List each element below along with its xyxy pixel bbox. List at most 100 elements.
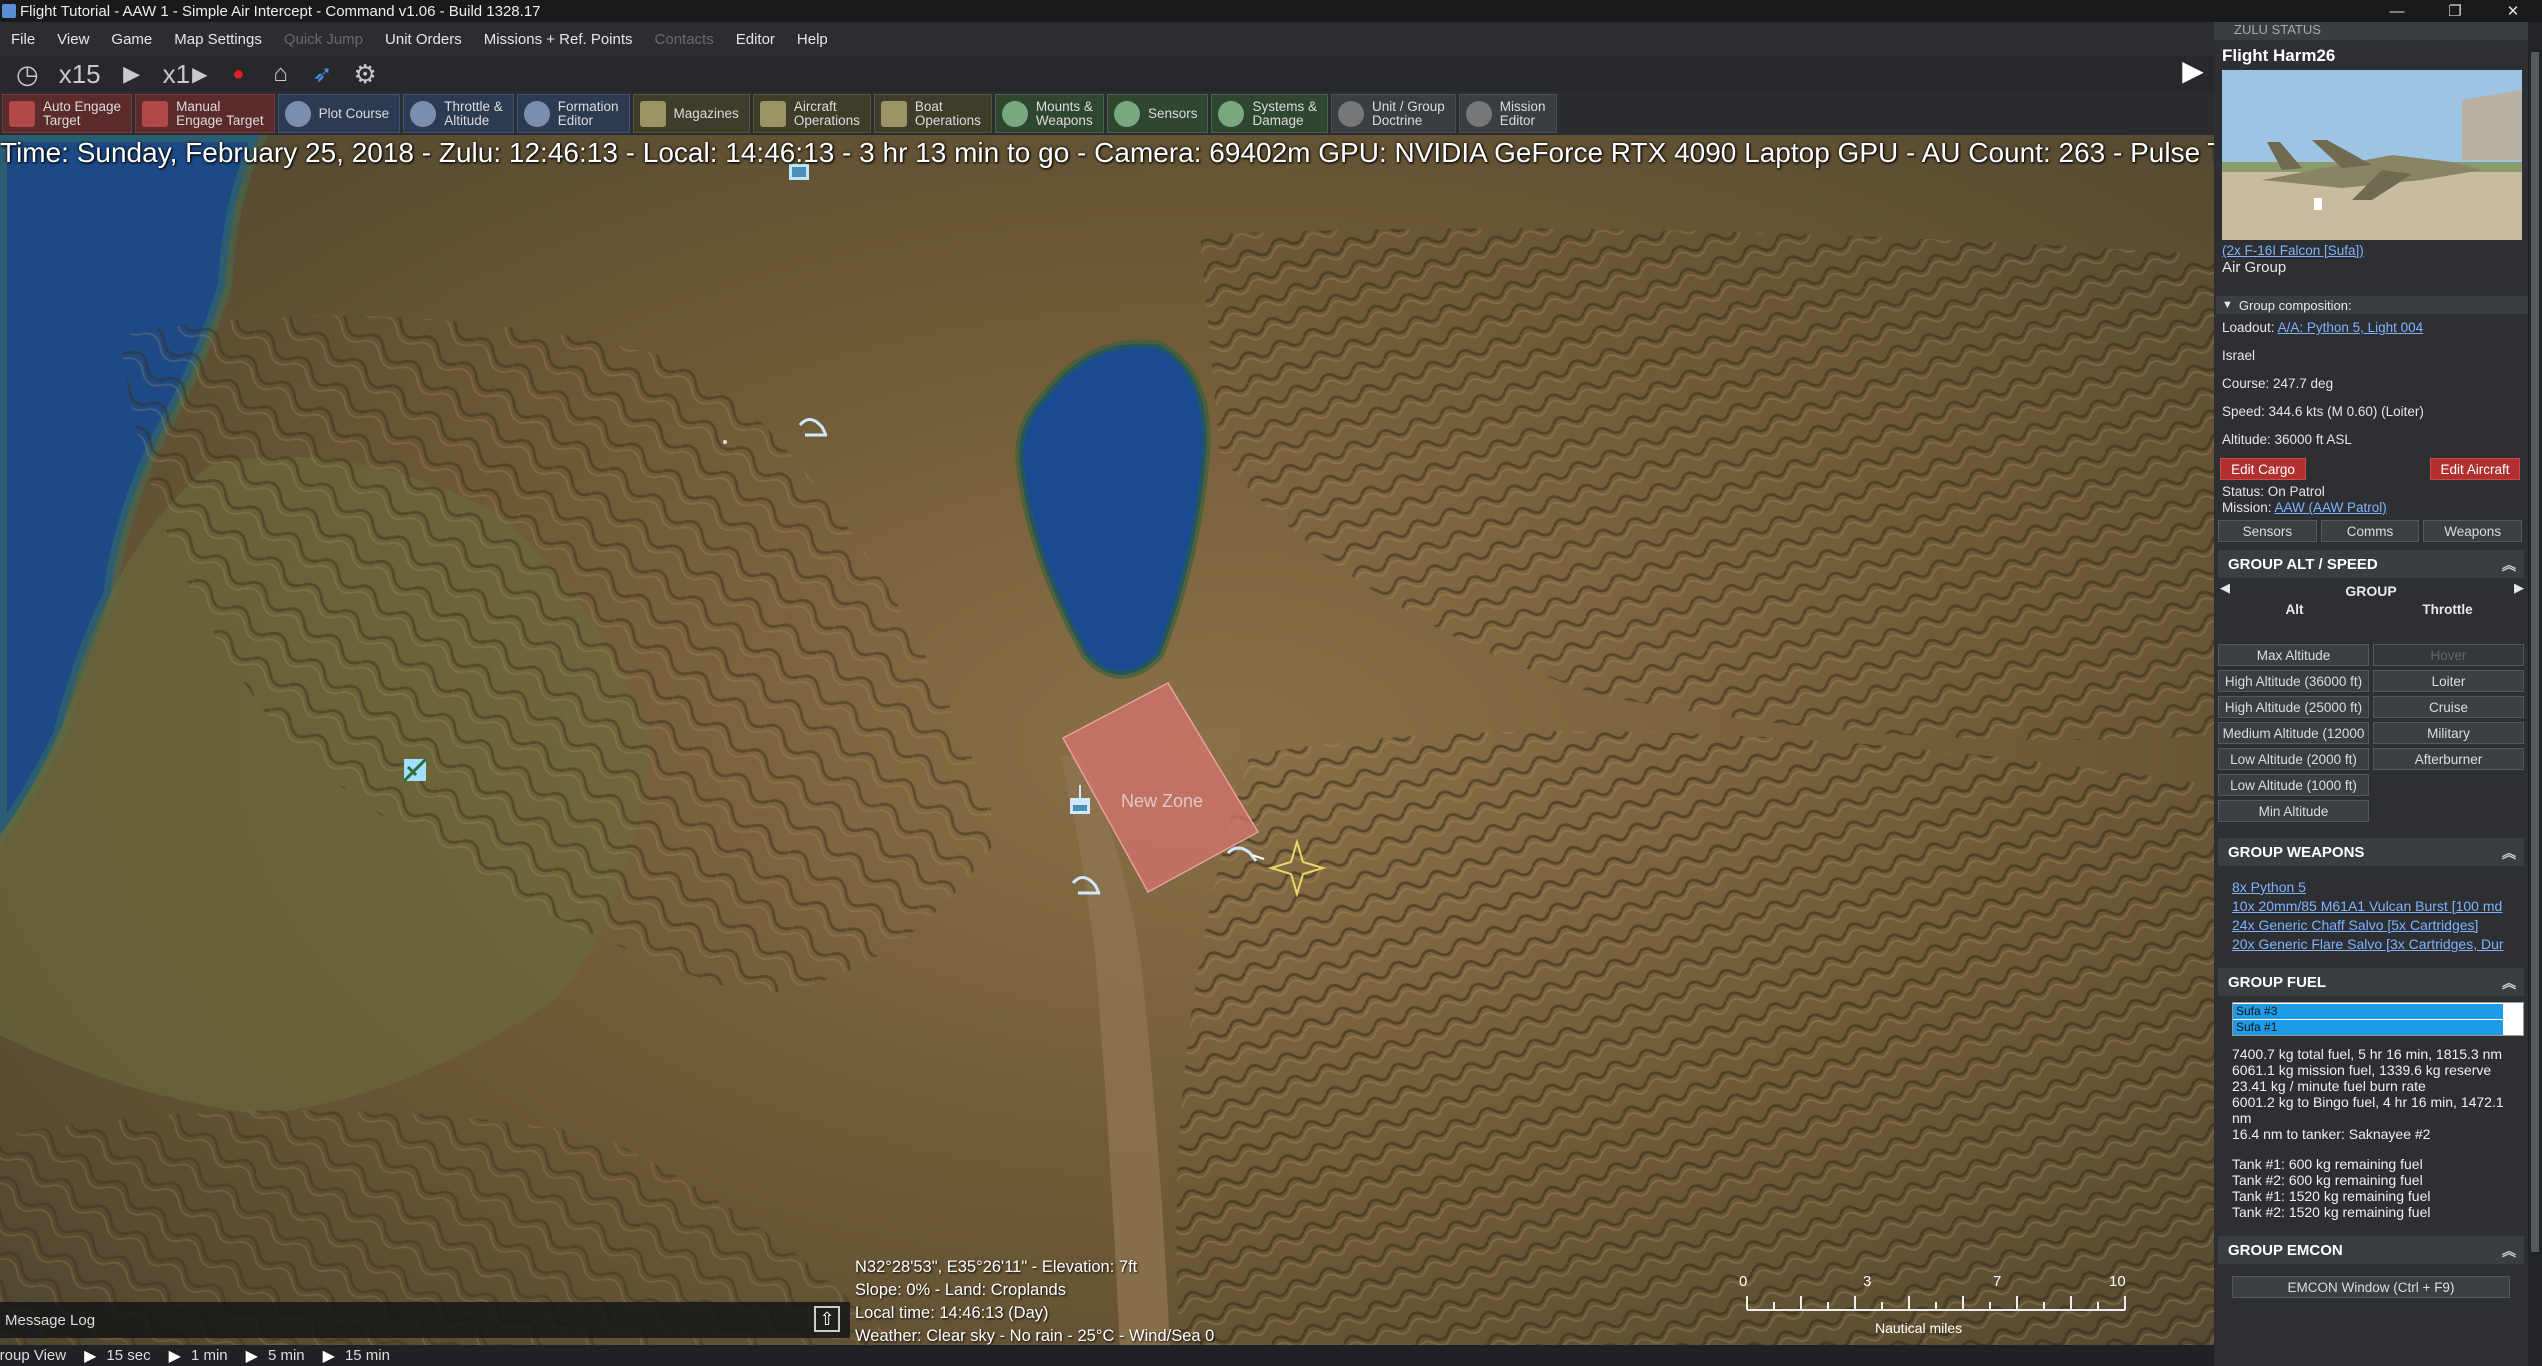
sensors-button[interactable]: Sensors bbox=[2218, 520, 2317, 542]
fuel-info-line: Tank #2: 1520 kg remaining fuel bbox=[2232, 1204, 2431, 1220]
group-fuel-header[interactable]: GROUP FUEL ︽ bbox=[2218, 968, 2524, 996]
weapon-link[interactable]: 24x Generic Chaff Salvo [5x Cartridges] bbox=[2214, 916, 2542, 935]
altitude-option-button[interactable]: High Altitude (36000 ft) bbox=[2218, 670, 2369, 692]
chevron-right-icon[interactable]: ▶ bbox=[2514, 580, 2524, 596]
time-compression-display[interactable]: x15 bbox=[53, 59, 107, 89]
collapse-icon[interactable]: ︽ bbox=[2502, 843, 2516, 863]
altitude-option-button[interactable]: Low Altitude (2000 ft) bbox=[2218, 748, 2369, 770]
record-icon[interactable]: ● bbox=[221, 59, 255, 89]
play-icon: ▶ bbox=[245, 1347, 258, 1365]
throttle-altitude-button[interactable]: Throttle & Altitude bbox=[403, 94, 514, 133]
cursor-local-time: Local time: 14:46:13 (Day) bbox=[855, 1304, 1049, 1322]
menu-item-missions-ref-points[interactable]: Missions + Ref. Points bbox=[473, 31, 644, 48]
comms-button[interactable]: Comms bbox=[2320, 520, 2420, 542]
plot-course-button[interactable]: Plot Course bbox=[277, 94, 401, 133]
altitude-option-button[interactable]: High Altitude (25000 ft) bbox=[2218, 696, 2369, 718]
aircraft-photo-image bbox=[2222, 70, 2522, 240]
fuel-info-line: nm bbox=[2232, 1110, 2252, 1126]
sensors-button[interactable]: Sensors bbox=[1106, 94, 1209, 133]
restore-icon[interactable]: ❐ bbox=[2426, 0, 2484, 22]
mounts-weapons-button[interactable]: Mounts & Weapons bbox=[994, 94, 1104, 133]
mission-editor-button[interactable]: Mission Editor bbox=[1458, 94, 1557, 133]
magazines-icon bbox=[639, 100, 666, 127]
auto-engage-target-button[interactable]: Auto Engage Target bbox=[2, 94, 133, 133]
throttle-option-button[interactable]: Cruise bbox=[2373, 696, 2524, 718]
message-log-bar[interactable]: Message Log ⇧ bbox=[0, 1302, 850, 1338]
collapse-icon[interactable]: ︽ bbox=[2502, 555, 2516, 575]
map-terrain[interactable]: New Zone bbox=[0, 135, 2214, 1350]
play-icon[interactable]: ▶ bbox=[115, 59, 149, 89]
weapon-link[interactable]: 20x Generic Flare Salvo [3x Cartridges, … bbox=[2214, 935, 2542, 954]
unit-group-doctrine-button[interactable]: Unit / Group Doctrine bbox=[1330, 94, 1456, 133]
menu-item-map-settings[interactable]: Map Settings bbox=[163, 31, 273, 48]
aircraft-type-link[interactable]: (2x F-16I Falcon [Sufa]) bbox=[2222, 243, 2364, 258]
edit-aircraft-button[interactable]: Edit Aircraft bbox=[2430, 458, 2520, 480]
panel-scrollbar[interactable] bbox=[2528, 22, 2542, 1366]
time-step-button[interactable]: 15 sec bbox=[106, 1347, 150, 1364]
action-label: Plot Course bbox=[318, 105, 390, 121]
time-step-button[interactable]: 5 min bbox=[268, 1347, 305, 1364]
aircraft-operations-button[interactable]: Aircraft Operations bbox=[752, 94, 871, 133]
altitude-option-button[interactable]: Medium Altitude (12000 bbox=[2218, 722, 2369, 744]
menu-item-game[interactable]: Game bbox=[100, 31, 163, 48]
weapon-link[interactable]: 8x Python 5 bbox=[2214, 878, 2542, 897]
edit-cargo-button[interactable]: Edit Cargo bbox=[2220, 458, 2306, 480]
manual-engage-target-button[interactable]: Manual Engage Target bbox=[135, 94, 275, 133]
throttle-column-label: Throttle bbox=[2422, 602, 2473, 617]
loadout-link[interactable]: A/A: Python 5, Light 004 bbox=[2278, 320, 2424, 335]
scale-tick-label: 0 bbox=[1739, 1273, 1747, 1290]
formation-editor-button[interactable]: Formation Editor bbox=[516, 94, 630, 133]
throttle-option-button[interactable]: Loiter bbox=[2373, 670, 2524, 692]
time-step-button[interactable]: 1 min bbox=[191, 1347, 228, 1364]
zone-label[interactable]: New Zone bbox=[1121, 791, 1203, 811]
section-title: GROUP EMCON bbox=[2228, 1241, 2343, 1259]
action-label: Unit / Group Doctrine bbox=[1371, 98, 1445, 128]
pointer-icon[interactable]: ➶ bbox=[305, 59, 339, 89]
group-alt-speed-header[interactable]: GROUP ALT / SPEED ︽ bbox=[2218, 550, 2524, 578]
minimize-icon[interactable]: — bbox=[2368, 0, 2426, 22]
collapse-icon[interactable]: ︽ bbox=[2502, 973, 2516, 993]
boat-operations-button[interactable]: Boat Operations bbox=[873, 94, 992, 133]
menu-item-help[interactable]: Help bbox=[786, 31, 839, 48]
magazines-button[interactable]: Magazines bbox=[632, 94, 750, 133]
aircraft-photo bbox=[2222, 70, 2522, 240]
weapon-link[interactable]: 10x 20mm/85 M61A1 Vulcan Burst [100 md bbox=[2214, 897, 2542, 916]
menu-item-view[interactable]: View bbox=[46, 31, 100, 48]
altitude-option-button[interactable]: Low Altitude (1000 ft) bbox=[2218, 774, 2369, 796]
throttle-option-button[interactable]: Military bbox=[2373, 722, 2524, 744]
group-composition-toggle[interactable]: ▼ Group composition: bbox=[2216, 296, 2540, 314]
emcon-window-button[interactable]: EMCON Window (Ctrl + F9) bbox=[2232, 1276, 2510, 1298]
altitude-option-button[interactable]: Min Altitude bbox=[2218, 800, 2369, 822]
ground-unit-icon[interactable] bbox=[402, 757, 428, 783]
mission-link[interactable]: AAW (AAW Patrol) bbox=[2275, 500, 2387, 515]
altitude-option-button[interactable]: Max Altitude bbox=[2218, 644, 2369, 666]
sidebar-toggle-icon[interactable]: ▶ bbox=[2178, 52, 2208, 88]
menu-bar: File View Game Map Settings Quick Jump Unit O… bbox=[0, 22, 2214, 56]
chevron-left-icon[interactable]: ◀ bbox=[2220, 580, 2230, 596]
scale-tick-label: 10 bbox=[2109, 1273, 2126, 1290]
systems-damage-button[interactable]: Systems & Damage bbox=[1211, 94, 1328, 133]
collapse-icon[interactable]: ︽ bbox=[2502, 1241, 2516, 1261]
fuel-info-line: 6061.1 kg mission fuel, 1339.6 kg reserv… bbox=[2232, 1062, 2492, 1078]
chevron-down-icon: ▼ bbox=[2222, 299, 2233, 311]
car-icon[interactable]: ⌂ bbox=[263, 59, 297, 89]
unit-status-panel: ZULU STATUS Flight Harm26 (2x F-16I Falc… bbox=[2214, 22, 2542, 1366]
group-weapons-header[interactable]: GROUP WEAPONS ︽ bbox=[2218, 838, 2524, 866]
scrollbar-thumb[interactable] bbox=[2531, 52, 2539, 1252]
map-view[interactable]: New Zone bbox=[0, 135, 2214, 1350]
menu-item-unit-orders[interactable]: Unit Orders bbox=[374, 31, 473, 48]
group-emcon-header[interactable]: GROUP EMCON ︽ bbox=[2218, 1236, 2524, 1264]
speed-display[interactable]: x1 ▶ bbox=[157, 59, 214, 89]
throttle-option-button[interactable]: Afterburner bbox=[2373, 748, 2524, 770]
weapons-button[interactable]: Weapons bbox=[2423, 520, 2523, 542]
unit-course: Course: 247.7 deg bbox=[2222, 376, 2334, 391]
sensors-icon bbox=[1113, 100, 1140, 127]
expand-icon[interactable]: ⇧ bbox=[814, 1306, 840, 1332]
menu-item-file[interactable]: File bbox=[0, 31, 46, 48]
gear-icon[interactable]: ⚙ bbox=[347, 59, 382, 89]
time-step-button[interactable]: 15 min bbox=[345, 1347, 390, 1364]
clock-icon[interactable]: ◷ bbox=[10, 59, 45, 89]
close-icon[interactable]: ✕ bbox=[2484, 0, 2542, 22]
menu-item-editor[interactable]: Editor bbox=[725, 31, 786, 48]
group-view-label[interactable]: Group View bbox=[0, 1347, 66, 1364]
